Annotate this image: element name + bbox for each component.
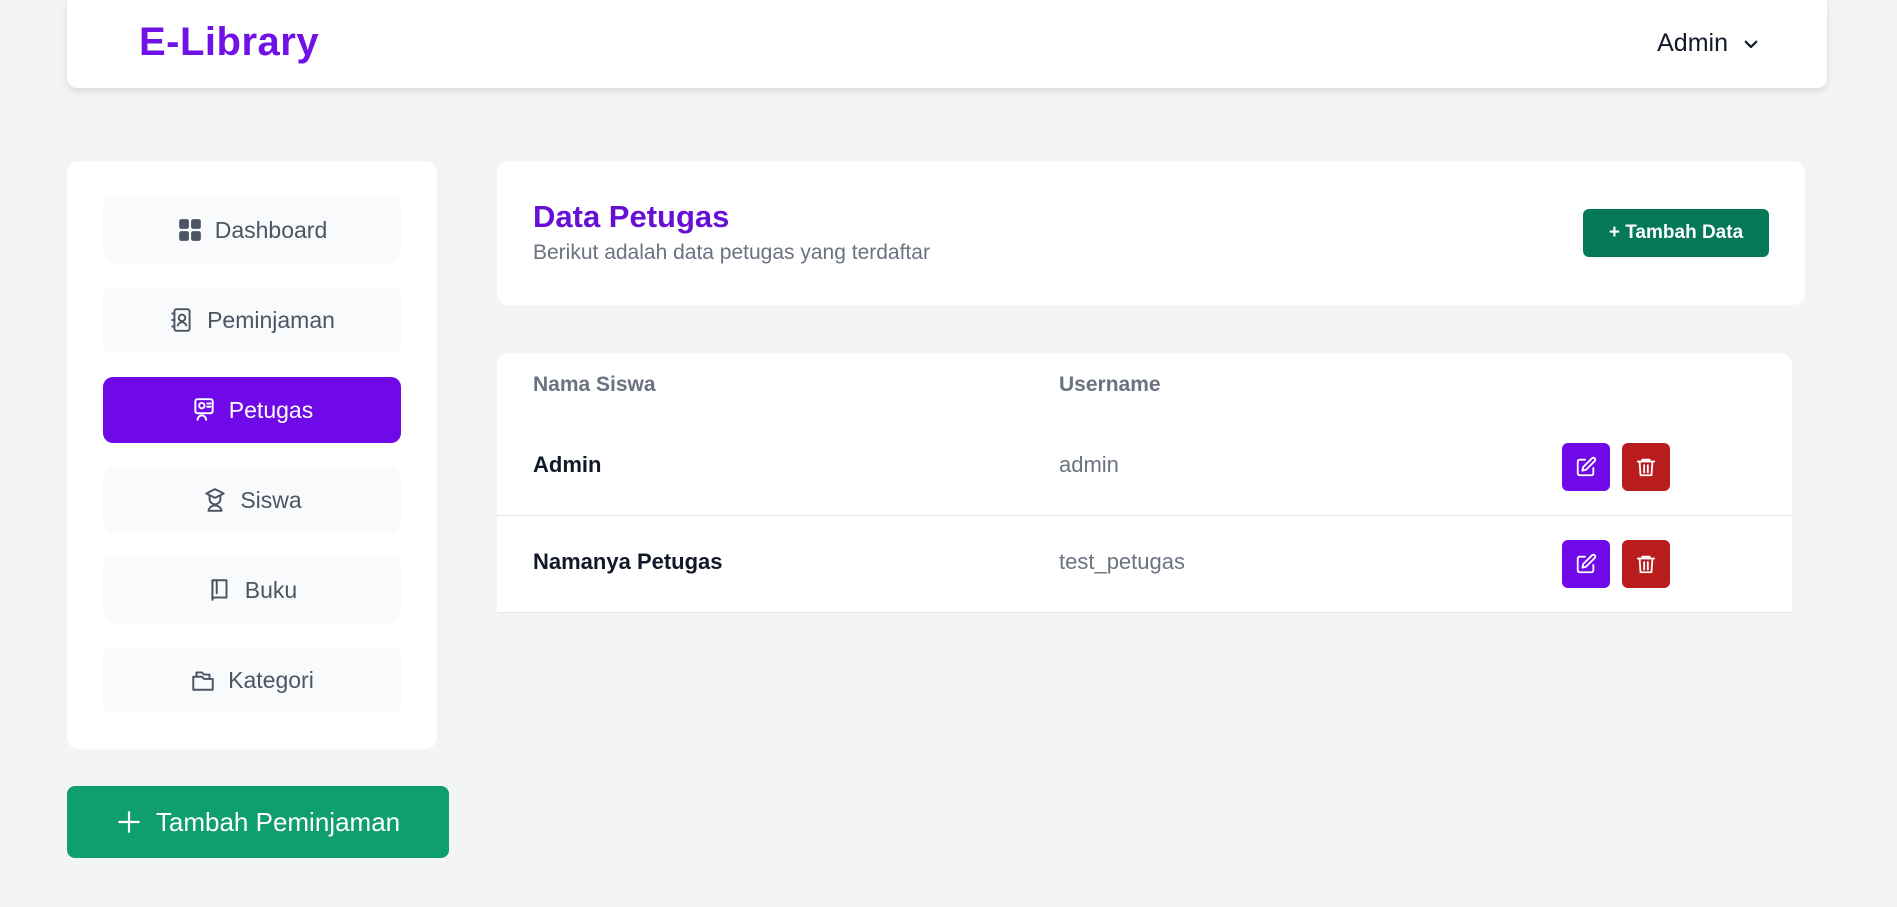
edit-icon xyxy=(1576,553,1597,574)
sidebar-item-siswa[interactable]: Siswa xyxy=(103,467,401,533)
add-loan-button[interactable]: Tambah Peminjaman xyxy=(67,786,449,858)
sidebar: Dashboard Peminjaman Petugas Siswa Buku … xyxy=(67,161,437,749)
cell-username: test_petugas xyxy=(1059,549,1185,574)
user-menu-label: Admin xyxy=(1657,29,1728,57)
sidebar-item-label: Buku xyxy=(244,576,298,603)
plus-icon xyxy=(118,811,140,833)
sidebar-item-buku[interactable]: Buku xyxy=(103,557,401,623)
table-row: Admin admin xyxy=(497,419,1792,516)
delete-button[interactable] xyxy=(1622,540,1670,588)
book-icon xyxy=(211,579,228,601)
edit-icon xyxy=(1576,456,1597,477)
row-actions xyxy=(1562,443,1670,491)
officer-icon xyxy=(194,398,214,421)
sidebar-item-label: Siswa xyxy=(240,486,302,513)
row-actions xyxy=(1562,540,1670,588)
student-icon xyxy=(205,488,225,512)
column-header-username: Username xyxy=(1059,373,1161,396)
delete-button[interactable] xyxy=(1622,443,1670,491)
sidebar-item-label: Peminjaman xyxy=(207,306,335,333)
table-header: Nama Siswa Username xyxy=(497,353,1792,419)
page-title: Data Petugas xyxy=(533,199,730,234)
cell-name: Namanya Petugas xyxy=(533,549,723,574)
brand-logo[interactable]: E-Library xyxy=(139,20,319,65)
sidebar-item-kategori[interactable]: Kategori xyxy=(103,647,401,713)
sidebar-item-petugas[interactable]: Petugas xyxy=(103,377,401,443)
cell-name: Admin xyxy=(533,452,602,477)
page-header-card: Data Petugas Berikut adalah data petugas… xyxy=(497,161,1805,305)
top-navbar: E-Library Admin xyxy=(67,0,1827,88)
add-data-button[interactable]: + Tambah Data xyxy=(1583,209,1769,257)
edit-button[interactable] xyxy=(1562,443,1610,491)
chevron-down-icon xyxy=(1744,40,1758,48)
contact-book-icon xyxy=(171,308,191,332)
user-menu-dropdown[interactable]: Admin xyxy=(1657,29,1760,58)
edit-button[interactable] xyxy=(1562,540,1610,588)
dashboard-grid-icon xyxy=(178,219,201,241)
sidebar-item-dashboard[interactable]: Dashboard xyxy=(103,197,401,263)
table-row: Namanya Petugas test_petugas xyxy=(497,516,1792,613)
add-loan-label: Tambah Peminjaman xyxy=(155,806,401,837)
folders-icon xyxy=(192,671,214,691)
cell-username: admin xyxy=(1059,452,1119,477)
sidebar-item-peminjaman[interactable]: Peminjaman xyxy=(103,287,401,353)
page-subtitle: Berikut adalah data petugas yang terdaft… xyxy=(533,241,930,264)
sidebar-item-label: Petugas xyxy=(228,396,314,423)
add-data-label: + Tambah Data xyxy=(1608,222,1744,243)
trash-icon xyxy=(1636,555,1656,574)
petugas-table: Nama Siswa Username Admin admin Namanya … xyxy=(497,353,1792,613)
column-header-name: Nama Siswa xyxy=(533,373,656,396)
sidebar-item-label: Kategori xyxy=(228,666,314,693)
sidebar-item-label: Dashboard xyxy=(214,216,328,243)
trash-icon xyxy=(1636,458,1656,477)
